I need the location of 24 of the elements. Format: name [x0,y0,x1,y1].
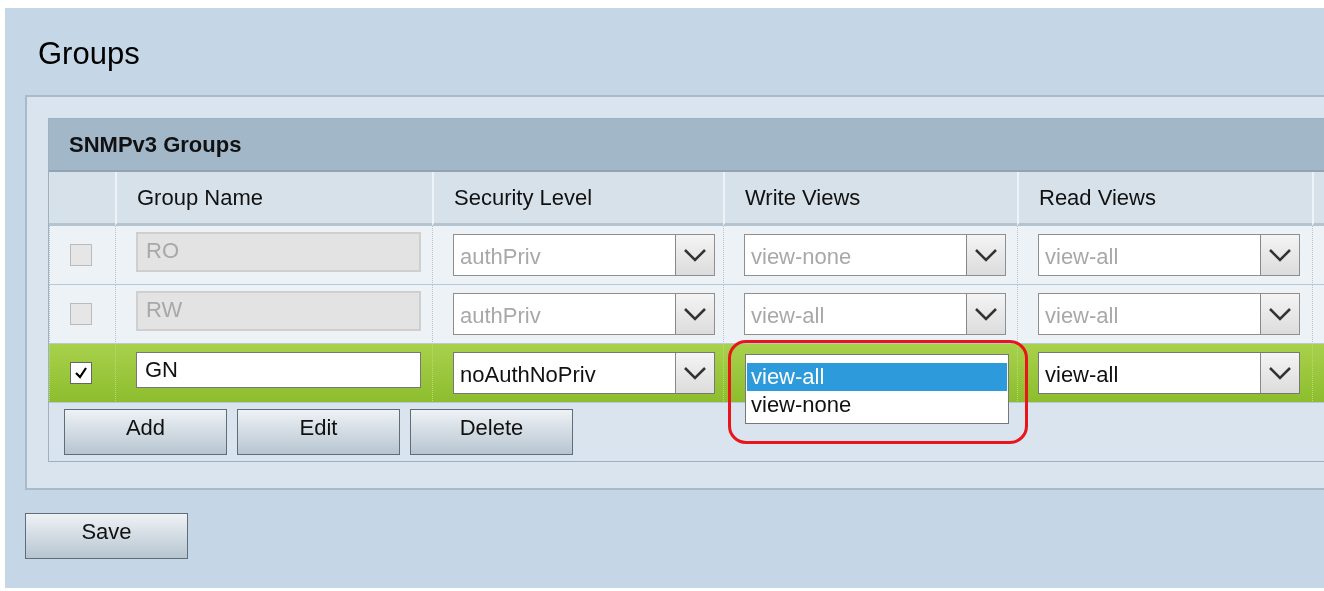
group-name-field[interactable]: GN [136,352,421,388]
chevron-down-icon [1268,366,1292,380]
column-header: Read Views [1017,172,1312,226]
row-checkbox[interactable] [70,362,92,384]
read-views-select[interactable]: view-all [1038,352,1300,394]
dropdown-option[interactable]: view-none [747,391,1007,419]
dropdown-option[interactable]: view-all [747,363,1007,391]
column-header: Security Level [432,172,723,226]
column-header: Group Name [115,172,432,226]
chevron-down-icon [683,366,707,380]
chevron-down-icon [683,307,707,321]
chevron-down-icon [974,248,998,262]
chevron-down-icon [683,248,707,262]
security-level-select[interactable]: noAuthNoPriv [453,352,715,394]
checkmark-icon [73,365,89,381]
table-action-button[interactable]: Add [64,409,227,455]
table-action-button[interactable]: Delete [410,409,573,455]
chevron-down-icon [1268,248,1292,262]
table-title: SNMPv3 Groups [49,119,1324,172]
chevron-down-icon [1268,307,1292,321]
table-action-button[interactable]: Edit [237,409,400,455]
column-header: Write Views [723,172,1017,226]
chevron-down-icon [974,307,998,321]
save-button[interactable]: Save [25,513,188,559]
